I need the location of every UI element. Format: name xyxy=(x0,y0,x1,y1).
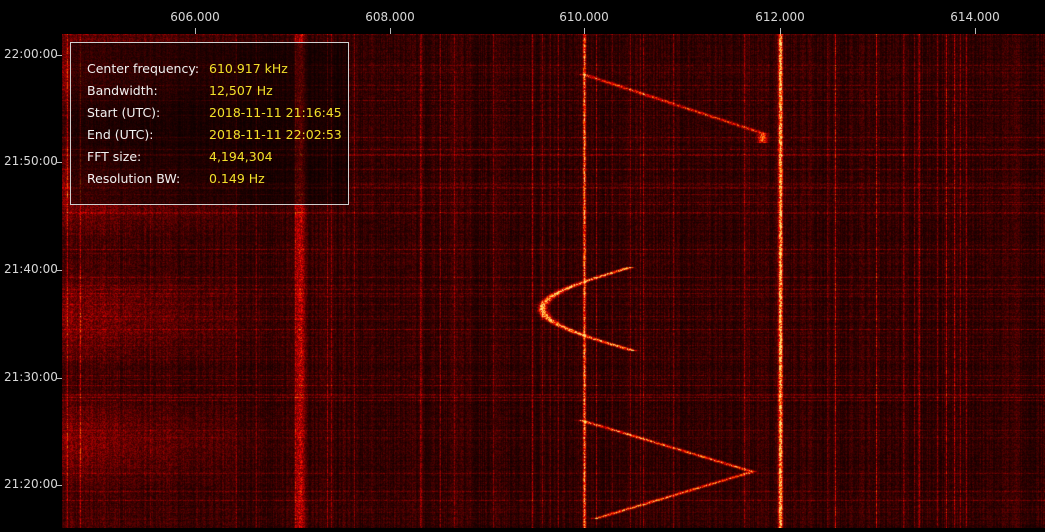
time-tick-label: 21:20:00 xyxy=(4,477,58,491)
frequency-tick-label: 606.000 xyxy=(170,10,220,24)
info-row-center-frequency: Center frequency: 610.917 kHz xyxy=(87,58,348,80)
time-tick-label: 21:40:00 xyxy=(4,262,58,276)
info-value: 12,507 Hz xyxy=(209,83,273,98)
info-row-bandwidth: Bandwidth: 12,507 Hz xyxy=(87,80,348,102)
time-tick-label: 21:30:00 xyxy=(4,370,58,384)
info-key: Center frequency: xyxy=(87,61,200,76)
info-value: 4,194,304 xyxy=(209,149,273,164)
info-panel: Center frequency: 610.917 kHz Bandwidth: 1… xyxy=(70,42,349,205)
frequency-tick-label: 608.000 xyxy=(365,10,415,24)
frequency-axis: 606.000 608.000 610.000 612.000 614.000 xyxy=(0,0,1045,34)
info-row-end: End (UTC): 2018-11-11 22:02:53 xyxy=(87,124,348,146)
info-value: 2018-11-11 21:16:45 xyxy=(209,105,342,120)
info-row-resolution-bw: Resolution BW: 0.149 Hz xyxy=(87,168,348,190)
frequency-tick-label: 612.000 xyxy=(755,10,805,24)
frequency-tick-label: 610.000 xyxy=(559,10,609,24)
info-value: 2018-11-11 22:02:53 xyxy=(209,127,342,142)
info-key: FFT size: xyxy=(87,149,142,164)
info-value: 610.917 kHz xyxy=(209,61,288,76)
frequency-tick-label: 614.000 xyxy=(950,10,1000,24)
time-tick-label: 22:00:00 xyxy=(4,47,58,61)
info-key: Start (UTC): xyxy=(87,105,161,120)
info-key: End (UTC): xyxy=(87,127,154,142)
info-value: 0.149 Hz xyxy=(209,171,265,186)
time-axis: 22:00:00 21:50:00 21:40:00 21:30:00 21:2… xyxy=(0,34,62,532)
info-row-start: Start (UTC): 2018-11-11 21:16:45 xyxy=(87,102,348,124)
time-tick-label: 21:50:00 xyxy=(4,154,58,168)
info-row-fft-size: FFT size: 4,194,304 xyxy=(87,146,348,168)
info-key: Resolution BW: xyxy=(87,171,181,186)
info-key: Bandwidth: xyxy=(87,83,158,98)
